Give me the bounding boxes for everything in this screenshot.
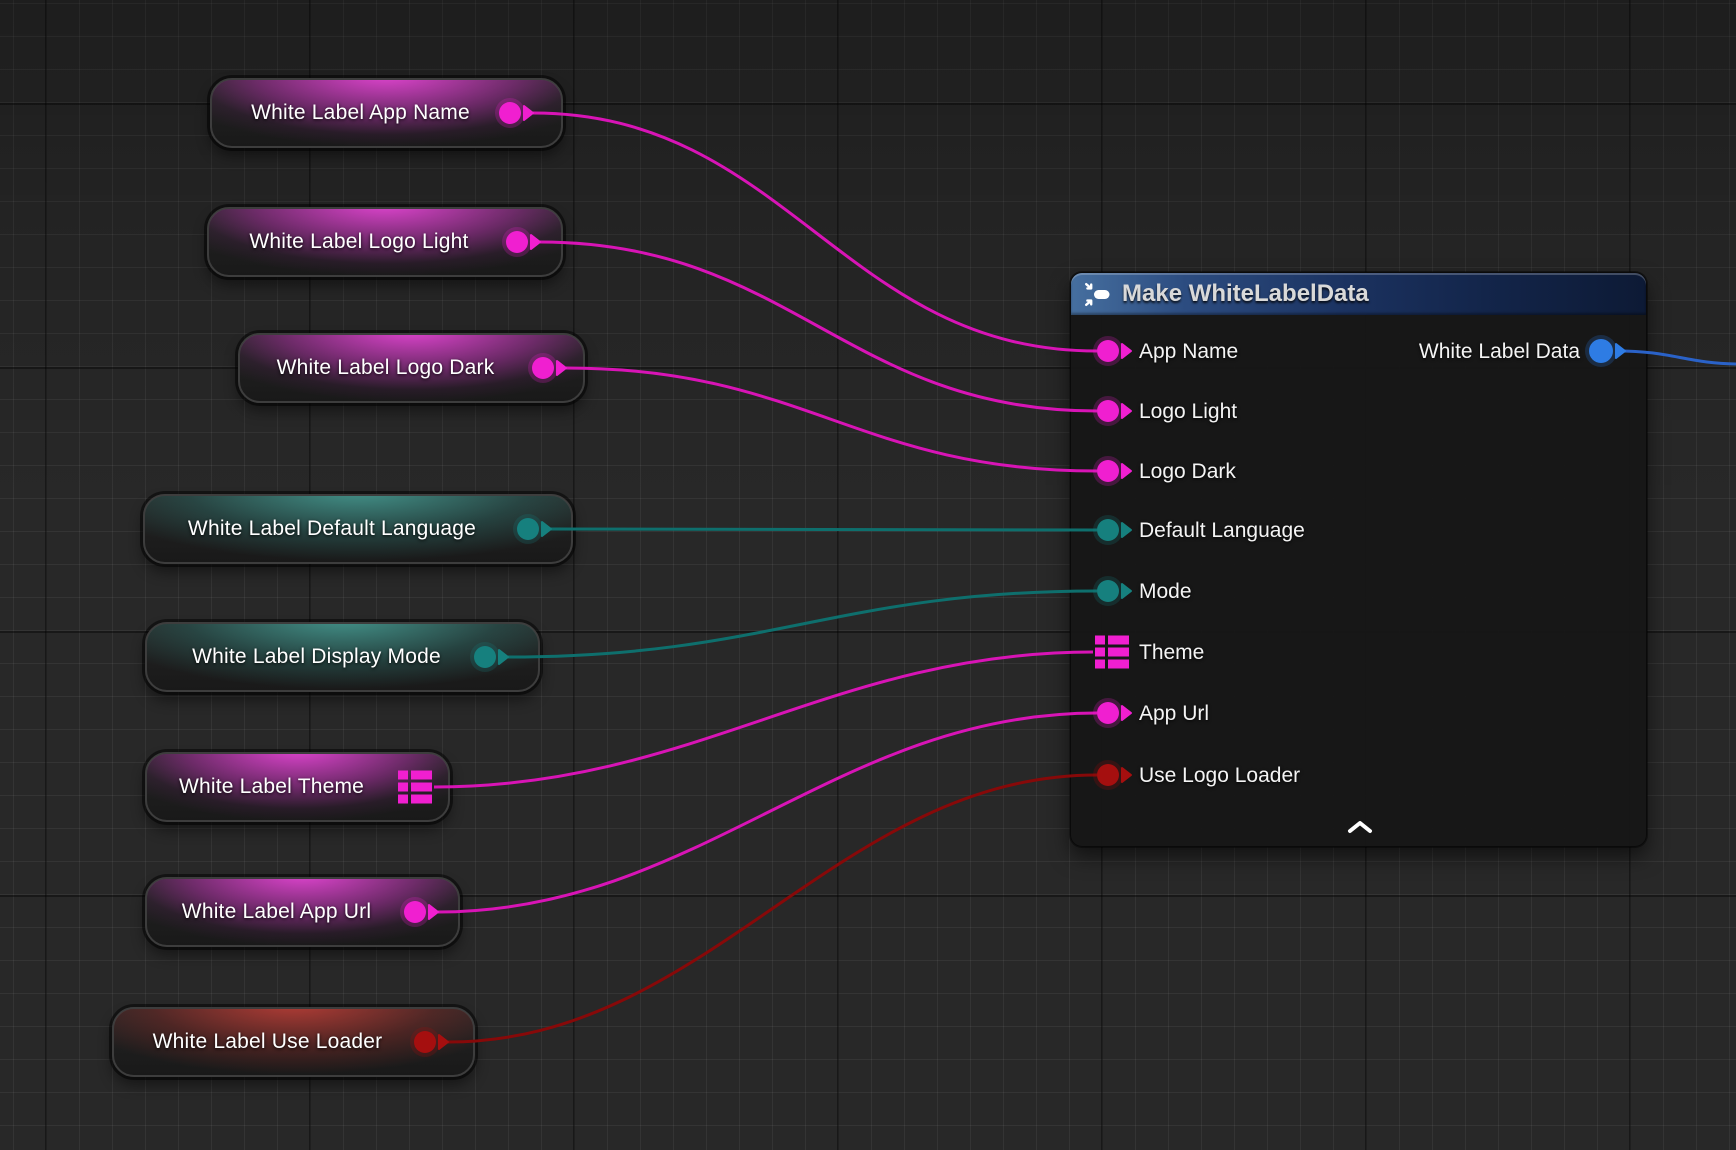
variable-node-label: White Label Theme [179,775,364,799]
variable-node-white-label-display-mode[interactable]: White Label Display Mode [145,622,540,692]
input-row-theme: Theme [1071,623,1646,683]
variable-node-label: White Label Use Loader [153,1030,383,1054]
input-pin-label: Logo Light [1139,400,1237,424]
input-pin-label: Theme [1139,641,1204,665]
input-row-app-url: App Url [1071,684,1646,744]
variable-node-white-label-theme[interactable]: White Label Theme [145,752,450,822]
variable-node-white-label-default-language[interactable]: White Label Default Language [143,494,573,564]
input-pin-label: Use Logo Loader [1139,764,1300,788]
variable-node-label: White Label Logo Dark [277,356,495,380]
variable-node-label: White Label Logo Light [249,230,468,254]
input-pin-label: App Url [1139,702,1209,726]
output-pin-label: White Label Data [1419,340,1580,364]
variable-node-label: White Label Default Language [188,517,476,541]
blueprint-graph-canvas[interactable]: White Label App Name White Label Logo Lig… [0,0,1736,1150]
variable-node-white-label-app-url[interactable]: White Label App Url [145,877,460,947]
variable-node-label: White Label App Url [182,900,371,924]
variable-node-white-label-logo-dark[interactable]: White Label Logo Dark [238,333,585,403]
input-pin-label: Mode [1139,580,1192,604]
variable-node-white-label-use-loader[interactable]: White Label Use Loader [112,1007,475,1077]
collapse-pins-chevron[interactable] [1338,815,1382,839]
input-row-logo-light: Logo Light [1071,382,1646,442]
make-node-title: Make WhiteLabelData [1122,280,1369,308]
chevron-up-icon [1347,820,1373,834]
make-node-make-whitelabeldata[interactable]: Make WhiteLabelDataApp NameLogo LightLog… [1070,272,1647,847]
variable-node-label: White Label App Name [251,101,470,125]
variable-node-white-label-logo-light[interactable]: White Label Logo Light [207,207,563,277]
make-struct-icon [1084,282,1111,307]
input-row-use-logo-loader: Use Logo Loader [1071,746,1646,806]
variable-node-white-label-app-name[interactable]: White Label App Name [210,78,563,148]
make-node-header[interactable]: Make WhiteLabelData [1071,273,1646,315]
input-row-logo-dark: Logo Dark [1071,442,1646,502]
output-row-white-label-data: White Label Data [1071,322,1646,382]
input-pin-label: Default Language [1139,519,1305,543]
node-layer: White Label App Name White Label Logo Lig… [0,0,1736,1150]
input-row-default-language: Default Language [1071,501,1646,561]
variable-node-label: White Label Display Mode [192,645,441,669]
input-pin-label: Logo Dark [1139,460,1236,484]
input-row-mode: Mode [1071,562,1646,622]
